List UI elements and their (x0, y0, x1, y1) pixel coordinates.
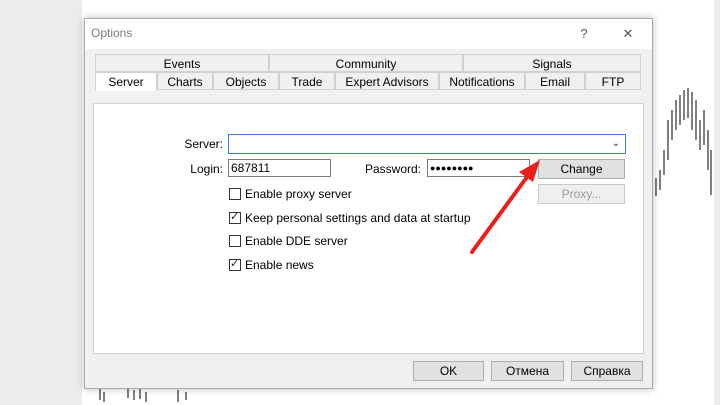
annotation-arrow (470, 160, 540, 254)
annotation-arrow-shaft (470, 175, 529, 254)
tab-server[interactable]: Server (95, 72, 157, 91)
annotation-arrow-head (519, 160, 540, 182)
